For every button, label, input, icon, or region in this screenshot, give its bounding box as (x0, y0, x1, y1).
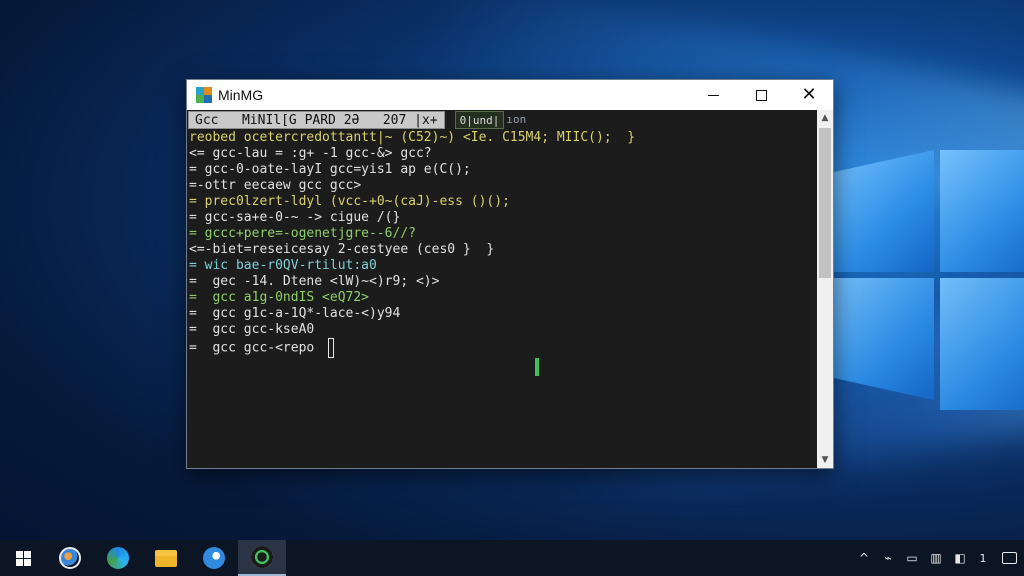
edge-icon (107, 547, 129, 569)
network-icon[interactable]: ⌁ (876, 540, 900, 576)
console-tab-secondary[interactable]: 0|und| (454, 111, 505, 129)
console-line: reobed ocetercredottantt|~ (C52)~) <Ie. … (189, 130, 635, 146)
scroll-up-arrow-icon[interactable]: ▲ (817, 110, 833, 126)
mingw-app-icon (196, 87, 212, 103)
search-icon (59, 547, 81, 569)
taskbar-search-button[interactable] (46, 540, 94, 576)
console-line-text: = gec -14. Dtene <lW)~<)r9; <)> (189, 274, 440, 289)
console-line-text: =-ottr eecaew gcc gcc> (189, 178, 362, 193)
console-line: = gcc g1c-a-1Q*-lace-<)y94 (189, 306, 635, 322)
text-cursor (328, 338, 335, 358)
console-line: = gcc-0-oate-layI gcc=yis1 ap e(C(); (189, 162, 635, 178)
taskbar-file-explorer-button[interactable] (142, 540, 190, 576)
console-line: = gcc gcc-<repo (189, 338, 635, 358)
console-line-text: <= gcc-lau = :g+ -1 gcc-&> gcc? (189, 146, 432, 161)
console-line-text: = gcc a1g-0ndIS <eQ72> (189, 290, 370, 305)
console-line: = gccc+pere=-ogenetjgre--6//? (189, 226, 635, 242)
language-icon[interactable]: ◧ (948, 540, 972, 576)
taskbar-terminal-button[interactable] (238, 540, 286, 576)
console-line-text: = gcc gcc-<repo (189, 340, 315, 356)
taskbar: ^ ⌁ ▭ ▥ ◧ 1 (0, 540, 1024, 576)
terminal-icon (251, 546, 273, 568)
console-line: = prec0lzert-ldyl (vcc-+0~(caJ)-ess ()()… (189, 194, 635, 210)
console-line: = wic bae-r0QV-rtilut:a0 (189, 258, 635, 274)
console-line: <=-biet=reseicesay 2-cestyee (ces0 } } (189, 242, 635, 258)
windows-start-icon (15, 550, 31, 566)
maximize-icon (755, 89, 767, 101)
windows-logo-wallpaper (834, 150, 1024, 410)
console-line-text: = gccc+pere=-ogenetjgre--6//? (189, 226, 416, 241)
console-tab-hint: ıon (506, 113, 527, 126)
tray-chevron-icon[interactable]: ^ (852, 540, 876, 576)
system-tray: ^ ⌁ ▭ ▥ ◧ 1 (852, 540, 1024, 576)
console-line: = gcc-sa+e-0-~ -> cigue /(} (189, 210, 635, 226)
volume-icon[interactable]: ▥ (924, 540, 948, 576)
console-line-text: = gcc-0-oate-layI gcc=yis1 ap e(C(); (189, 162, 471, 177)
console-line-text: = gcc-sa+e-0-~ -> cigue /(} (189, 210, 401, 225)
console-line-text: = prec0lzert-ldyl (vcc-+0~(caJ)-ess ()()… (189, 194, 510, 209)
console-line-text: reobed ocetercredottantt|~ (C52)~) <Ie. … (189, 130, 636, 145)
input-cursor-block (535, 358, 539, 376)
terminal-window[interactable]: MinMG ✕ Gcc MiNIl[G PARD 2Ə 207 |x+ 0|un… (186, 79, 834, 469)
taskbar-edge-button[interactable] (94, 540, 142, 576)
console-line: <= gcc-lau = :g+ -1 gcc-&> gcc? (189, 146, 635, 162)
close-icon: ✕ (801, 84, 817, 105)
start-button[interactable] (0, 540, 46, 576)
maximize-button[interactable] (737, 80, 785, 110)
store-icon (203, 547, 225, 569)
console-line: = gcc gcc-kseA0 (189, 322, 635, 338)
scroll-down-arrow-icon[interactable]: ▼ (817, 452, 833, 468)
console-line: = gcc a1g-0ndIS <eQ72> (189, 290, 635, 306)
console-line-text: = wic bae-r0QV-rtilut:a0 (189, 258, 377, 273)
close-button[interactable]: ✕ (785, 80, 833, 110)
folder-icon (155, 549, 177, 567)
console-tabstrip: Gcc MiNIl[G PARD 2Ə 207 |x+ 0|und| ıon (188, 111, 526, 129)
console-area[interactable]: Gcc MiNIl[G PARD 2Ə 207 |x+ 0|und| ıon r… (187, 110, 817, 468)
notification-icon (1001, 552, 1017, 564)
console-line-text: = gcc g1c-a-1Q*-lace-<)y94 (189, 306, 401, 321)
console-line: = gec -14. Dtene <lW)~<)r9; <)> (189, 274, 635, 290)
scrollbar-thumb[interactable] (819, 128, 831, 278)
console-line-text: = gcc gcc-kseA0 (189, 322, 315, 337)
title-bar[interactable]: MinMG ✕ (187, 80, 833, 110)
console-tab[interactable]: Gcc MiNIl[G PARD 2Ə 207 |x+ (188, 111, 445, 129)
console-line: =-ottr eecaew gcc gcc> (189, 178, 635, 194)
notifications-button[interactable] (994, 540, 1024, 576)
console-line-text: <=-biet=reseicesay 2-cestyee (ces0 } } (189, 242, 495, 257)
console-output: reobed ocetercredottantt|~ (C52)~) <Ie. … (189, 130, 635, 358)
taskbar-store-button[interactable] (190, 540, 238, 576)
tray-clock[interactable]: 1 (972, 552, 994, 565)
window-title: MinMG (218, 87, 264, 103)
battery-icon[interactable]: ▭ (900, 540, 924, 576)
minimize-button[interactable] (689, 80, 737, 110)
minimize-icon (707, 94, 719, 96)
vertical-scrollbar[interactable]: ▲ ▼ (817, 110, 833, 468)
